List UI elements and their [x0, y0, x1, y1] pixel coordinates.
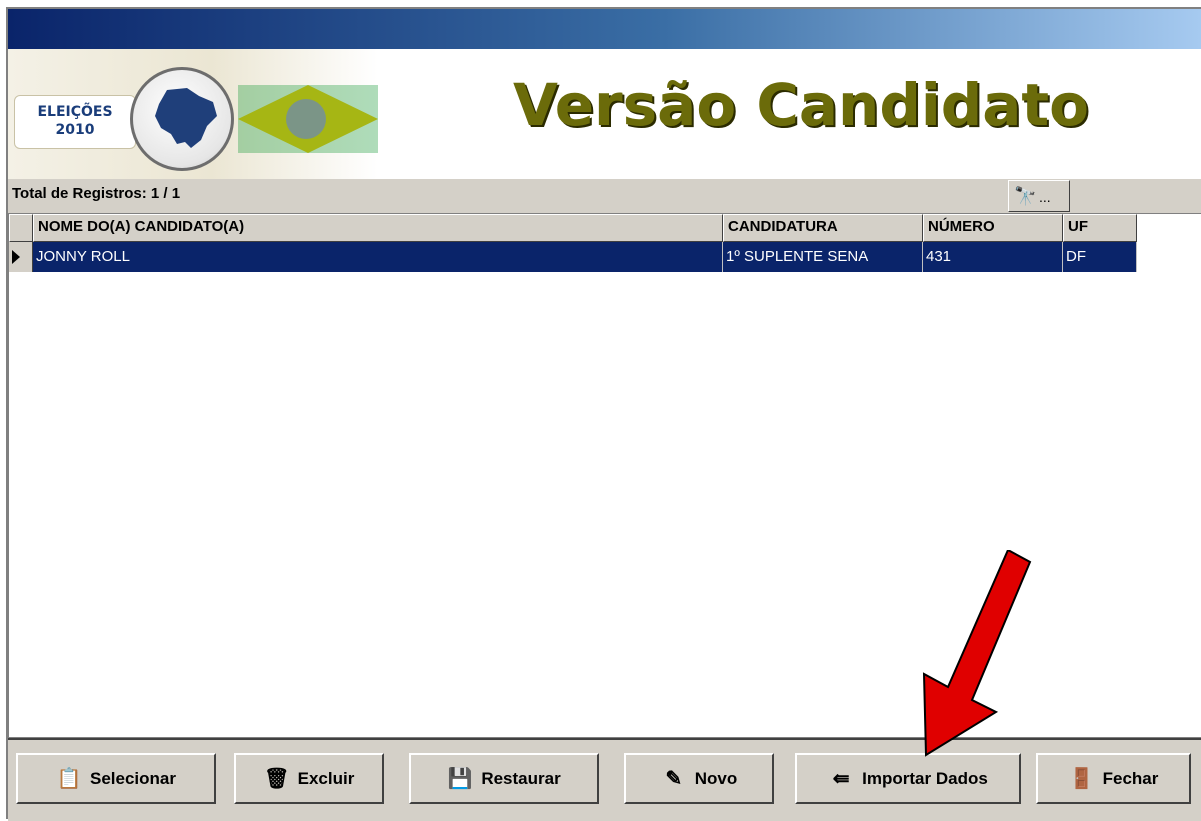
column-header-uf[interactable]: UF: [1063, 214, 1137, 242]
flag-graphic: [238, 85, 378, 153]
page-title: Versão Candidato: [513, 71, 1089, 139]
brazil-map-icon: [155, 88, 217, 148]
cell-nome[interactable]: JONNY ROLL: [33, 242, 723, 272]
grid-header: NOME DO(A) CANDIDATO(A) CANDIDATURA NÚME…: [9, 214, 1137, 242]
restaurar-label: Restaurar: [481, 768, 561, 788]
eleicoes-logo: ELEIÇÕES 2010: [8, 49, 378, 179]
excluir-button[interactable]: 🗑 Excluir: [234, 753, 384, 804]
binoculars-icon: 🔭: [1014, 186, 1037, 206]
table-row[interactable]: JONNY ROLL 1º SUPLENTE SENA 431 DF: [9, 242, 1137, 272]
selecionar-label: Selecionar: [90, 768, 176, 788]
records-bar: Total de Registros: 1 / 1 🔭 ...: [8, 179, 1201, 213]
logo-label-box: ELEIÇÕES 2010: [14, 95, 136, 149]
import-icon: ⇚: [832, 767, 850, 790]
restaurar-button[interactable]: 💾 Restaurar: [409, 753, 599, 804]
row-indicator: [9, 242, 33, 272]
logo-text-year: 2010: [55, 122, 95, 138]
indicator-column-header: [9, 214, 33, 242]
selecionar-button[interactable]: 📋 Selecionar: [16, 753, 216, 804]
excluir-label: Excluir: [297, 768, 355, 788]
checklist-icon: 📋: [56, 767, 82, 790]
cell-uf[interactable]: DF: [1063, 242, 1137, 272]
search-button[interactable]: 🔭 ...: [1008, 180, 1070, 212]
total-records-label: Total de Registros: 1 / 1: [12, 185, 181, 202]
novo-button[interactable]: ✎ Novo: [624, 753, 774, 804]
save-icon: 💾: [447, 767, 473, 790]
fechar-label: Fechar: [1102, 768, 1159, 788]
column-header-candidatura[interactable]: CANDIDATURA: [723, 214, 923, 242]
fechar-button[interactable]: 🚪 Fechar: [1036, 753, 1191, 804]
exit-door-icon: 🚪: [1069, 767, 1095, 790]
column-header-numero[interactable]: NÚMERO: [923, 214, 1063, 242]
logo-text-eleicoes: ELEIÇÕES: [37, 104, 113, 120]
cell-numero[interactable]: 431: [923, 242, 1063, 272]
importar-dados-button[interactable]: ⇚ Importar Dados: [795, 753, 1021, 804]
novo-label: Novo: [694, 768, 738, 788]
cell-candidatura[interactable]: 1º SUPLENTE SENA: [723, 242, 923, 272]
column-header-nome[interactable]: NOME DO(A) CANDIDATO(A): [33, 214, 723, 242]
trash-icon: 🗑: [263, 767, 290, 790]
header-banner: ELEIÇÕES 2010 Versão Candidato: [8, 49, 1201, 179]
brazil-map-emblem: [130, 67, 234, 171]
importar-label: Importar Dados: [862, 768, 988, 788]
title-bar[interactable]: [8, 9, 1201, 49]
red-arrow: [922, 550, 1032, 757]
search-ellipsis: ...: [1039, 189, 1051, 205]
row-pointer-icon: [12, 250, 20, 264]
new-document-icon: ✎: [665, 767, 683, 790]
